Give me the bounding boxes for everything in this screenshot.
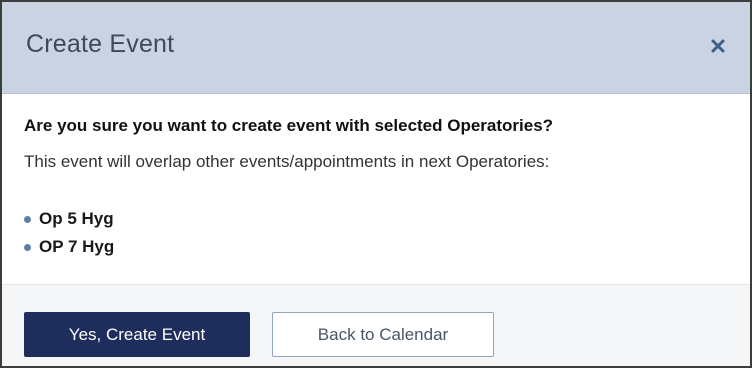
yes-create-event-button[interactable]: Yes, Create Event: [24, 312, 250, 357]
dialog-body: Are you sure you want to create event wi…: [2, 94, 750, 284]
confirmation-question: Are you sure you want to create event wi…: [24, 116, 554, 135]
bullet-icon: [24, 244, 31, 251]
back-to-calendar-button[interactable]: Back to Calendar: [272, 312, 494, 357]
dialog-footer: Yes, Create Event Back to Calendar: [2, 284, 750, 366]
overlap-description: This event will overlap other events/app…: [24, 152, 550, 171]
operatory-list: Op 5 Hyg OP 7 Hyg: [24, 205, 114, 261]
create-event-dialog: Create Event Are you sure you want to cr…: [0, 0, 752, 368]
list-item: OP 7 Hyg: [24, 233, 114, 261]
list-item: Op 5 Hyg: [24, 205, 114, 233]
dialog-header: Create Event: [2, 2, 750, 94]
operatory-label: Op 5 Hyg: [39, 209, 114, 228]
bullet-icon: [24, 216, 31, 223]
operatory-label: OP 7 Hyg: [39, 237, 115, 256]
close-icon: [711, 39, 725, 53]
close-button[interactable]: [706, 34, 730, 58]
dialog-title: Create Event: [26, 30, 175, 58]
